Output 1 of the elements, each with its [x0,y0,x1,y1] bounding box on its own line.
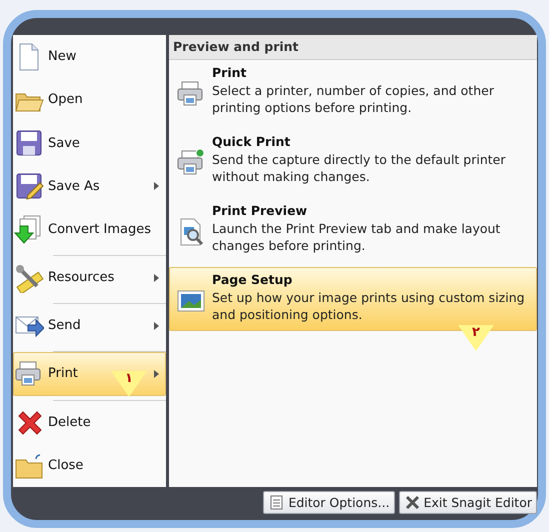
submenu-header: Preview and print [169,35,537,60]
